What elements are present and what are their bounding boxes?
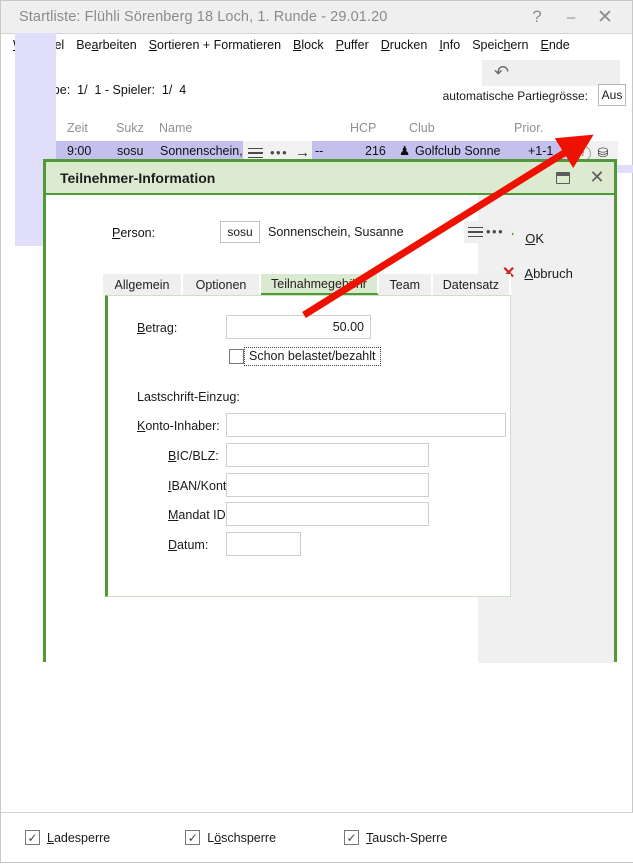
dialog-close-button[interactable]: ✕ [580,162,614,194]
close-button[interactable]: ✕ [588,2,622,32]
hamburger-icon[interactable] [468,226,483,238]
tab-team[interactable]: Team [378,274,433,295]
datum-label: Datum: [168,538,209,552]
tab-datensatz[interactable]: Datensatz [432,274,511,295]
row-zeit: 9:00 [67,144,92,158]
dialog-main-area: Person: sosu Sonnenschein, Susanne ••• A… [46,195,512,663]
minimize-button[interactable]: – [554,2,588,32]
loeschsperre-label: Löschsperre [207,830,277,845]
auto-partiegroesse-label: automatische Partiegrösse: [442,89,588,103]
menubar: Wettspiel Bearbeiten Sortieren + Formati… [1,34,632,57]
hamburger-icon[interactable] [248,147,263,159]
teilnehmer-information-dialog: Teilnehmer-Information ✕ Person: sosu So… [43,159,617,663]
schon-belastet-label: Schon belastet/bezahlt [244,347,382,366]
person-label: Person: [112,226,156,240]
person-code-field[interactable]: sosu [220,221,260,243]
lastschrift-label: Lastschrift-Einzug: [137,390,240,404]
person-name-value: Sonnenschein, Susanne [268,225,404,239]
footer-bar: ✓ Ladesperre ✓ Löschsperre ✓ Tausch-Sper… [1,812,633,862]
schon-belastet-checkbox[interactable] [229,349,244,364]
menu-puffer[interactable]: Puffer [330,36,375,54]
ladesperre-label: Ladesperre [47,830,111,845]
window-titlebar: Startliste: Flühli Sörenberg 18 Loch, 1.… [1,1,632,34]
schon-belastet-row[interactable]: Schon belastet/bezahlt [229,347,382,366]
person-pin-icon: ♟ [399,144,411,158]
tab-optionen[interactable]: Optionen [182,274,262,295]
menu-speichern[interactable]: Speichern [466,36,534,54]
menu-ende[interactable]: Ende [535,36,576,54]
restore-icon [556,171,570,184]
menu-drucken[interactable]: Drucken [375,36,434,54]
column-header-zeit: Zeit [67,121,88,135]
tab-teilnahmegebuehr[interactable]: Teilnahmegebühr [261,274,379,295]
tauschsperre-checkbox-row[interactable]: ✓ Tausch-Sperre [344,830,447,845]
column-header-sukz: Sukz [116,121,144,135]
ladesperre-checkbox[interactable]: ✓ [25,830,40,845]
dialog-body: Person: sosu Sonnenschein, Susanne ••• A… [46,195,614,663]
loeschsperre-checkbox[interactable]: ✓ [185,830,201,845]
row-dash: -- [315,144,324,158]
tauschsperre-checkbox[interactable]: ✓ [344,830,360,845]
dialog-restore-button[interactable] [546,162,580,194]
undo-button[interactable]: ↶ [482,60,620,86]
tauschsperre-label: Tausch-Sperre [366,830,448,845]
ellipsis-icon[interactable]: ••• [486,225,504,238]
application-window: Startliste: Flühli Sörenberg 18 Loch, 1.… [0,0,633,863]
undo-icon: ↶ [494,62,510,82]
row-prior: +1-1 [528,144,554,158]
datum-input[interactable] [226,532,301,556]
betrag-label: Betrag: [137,321,178,335]
konto-inhaber-input[interactable] [226,413,506,437]
row-hcp: 216 [365,144,386,158]
column-header-hcp: HCP [350,121,377,135]
dialog-tabs: Allgemein Optionen Teilnahmegebühr Team … [103,274,511,295]
row-sukz: sosu [117,144,144,158]
bic-input[interactable] [226,443,429,467]
tab-allgemein[interactable]: Allgemein [103,274,183,295]
auto-partiegroesse-toggle[interactable]: Aus [598,84,626,106]
menu-bearbeiten[interactable]: Bearbeiten [70,36,142,54]
dialog-titlebar: Teilnehmer-Information ✕ [46,162,614,195]
window-title: Startliste: Flühli Sörenberg 18 Loch, 1.… [19,9,388,25]
toolbar-area: ↶ automatische Partiegrösse: Aus Gruppe:… [1,57,632,121]
help-button[interactable]: ? [520,2,554,32]
dialog-title: Teilnehmer-Information [60,169,216,186]
iban-input[interactable] [226,473,429,497]
ellipsis-icon[interactable]: ••• [270,146,288,159]
konto-inhaber-label: Konto-Inhaber: [137,419,220,433]
row-club: Golfclub Sonne [415,144,501,158]
betrag-input[interactable]: 50.00 [226,315,371,339]
list-column-headers: Tee Zeit Sukz Name HCP Club Prior. [1,121,632,141]
column-header-club: Club [409,121,435,135]
column-header-name: Name [159,121,193,135]
menu-info[interactable]: Info [433,36,466,54]
mandat-input[interactable] [226,502,429,526]
arrow-right-icon[interactable]: → [295,145,310,160]
tab-panel-teilnahmegebuehr: Betrag: 50.00 Schon belastet/bezahlt Las… [105,295,511,597]
cancel-button-label: Abbruch [524,266,573,281]
loeschsperre-checkbox-row[interactable]: ✓ Löschsperre [185,830,276,845]
bic-label: BIC/BLZ: [168,449,219,463]
mandat-label: Mandat ID: [168,508,230,522]
ok-button-label: OK [525,231,545,246]
column-header-prior: Prior. [514,121,544,135]
person-row: Person: sosu Sonnenschein, Susanne ••• [46,221,512,249]
menu-sortieren-formatieren[interactable]: Sortieren + Formatieren [143,36,287,54]
person-tools[interactable]: ••• [464,221,512,243]
menu-block[interactable]: Block [287,36,330,54]
ladesperre-checkbox-row[interactable]: ✓ Ladesperre [25,830,110,845]
